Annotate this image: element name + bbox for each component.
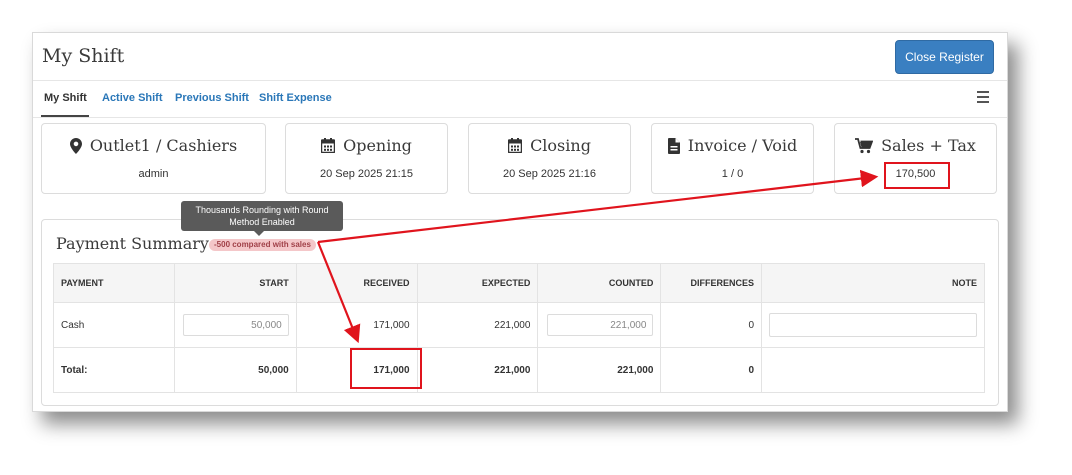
total-counted: 221,000: [537, 347, 662, 393]
col-received: RECEIVED: [295, 263, 418, 303]
active-tab-indicator: [41, 115, 89, 117]
total-label: Total:: [53, 347, 175, 393]
card-closing-title: Closing: [530, 136, 591, 155]
received-total-highlight-box: [350, 348, 422, 389]
file-icon: [667, 137, 680, 154]
close-register-button[interactable]: Close Register: [895, 40, 994, 74]
col-differences: DIFFERENCES: [660, 263, 762, 303]
card-outlet-value: admin: [138, 168, 169, 180]
card-closing-value: 20 Sep 2025 21:16: [503, 168, 596, 180]
table-total-row: Total: 50,000 171,000 221,000 221,000 0: [53, 347, 985, 393]
note-input[interactable]: [769, 313, 977, 337]
tab-active-shift[interactable]: Active Shift: [102, 92, 163, 104]
rounding-badge[interactable]: -500 compared with sales: [209, 239, 316, 251]
start-input[interactable]: [182, 314, 289, 336]
cart-icon: [855, 137, 874, 154]
payment-table: PAYMENT START RECEIVED EXPECTED COUNTED …: [53, 263, 985, 393]
payment-summary-title: Payment Summary: [56, 234, 209, 253]
page-title: My Shift: [42, 45, 125, 67]
cell-payment: Cash: [53, 302, 175, 348]
location-pin-icon: [69, 137, 82, 154]
table-row: Cash 171,000 221,000 0: [53, 302, 985, 348]
cell-differences: 0: [660, 302, 762, 348]
table-header-row: PAYMENT START RECEIVED EXPECTED COUNTED …: [53, 263, 985, 303]
sales-tax-highlight-box: [884, 162, 950, 189]
shift-window: My Shift Close Register My Shift Active …: [32, 32, 1008, 412]
col-start: START: [173, 263, 297, 303]
calendar-icon: [321, 138, 336, 153]
card-invoice-value: 1 / 0: [721, 168, 744, 180]
hamburger-menu-icon[interactable]: [977, 91, 989, 103]
tab-my-shift[interactable]: My Shift: [44, 92, 87, 104]
card-opening-title: Opening: [343, 136, 412, 155]
cell-expected: 221,000: [416, 302, 539, 348]
tab-shift-expense[interactable]: Shift Expense: [259, 92, 332, 104]
card-opening-value: 20 Sep 2025 21:15: [320, 168, 413, 180]
total-differences: 0: [660, 347, 762, 393]
card-invoice: Invoice / Void 1 / 0: [651, 123, 814, 194]
col-expected: EXPECTED: [416, 263, 539, 303]
calendar-icon: [508, 138, 523, 153]
cell-received: 171,000: [295, 302, 418, 348]
total-expected: 221,000: [416, 347, 539, 393]
card-opening: Opening 20 Sep 2025 21:15: [285, 123, 448, 194]
card-closing: Closing 20 Sep 2025 21:16: [468, 123, 631, 194]
card-outlet-title: Outlet1 / Cashiers: [89, 136, 238, 155]
page-header: My Shift Close Register: [33, 33, 1007, 81]
col-note: NOTE: [761, 263, 985, 303]
card-outlet: Outlet1 / Cashiers admin: [41, 123, 266, 194]
rounding-tooltip: Thousands Rounding with Round Method Ena…: [181, 201, 343, 236]
col-payment: PAYMENT: [53, 263, 175, 303]
total-start: 50,000: [173, 347, 297, 393]
tab-previous-shift[interactable]: Previous Shift: [175, 92, 249, 104]
card-invoice-title: Invoice / Void: [687, 136, 798, 155]
card-sales-tax-title: Sales + Tax: [881, 136, 976, 155]
col-counted: COUNTED: [537, 263, 662, 303]
counted-input[interactable]: [547, 314, 654, 336]
tab-bar: My Shift Active Shift Previous Shift Shi…: [33, 81, 1007, 118]
